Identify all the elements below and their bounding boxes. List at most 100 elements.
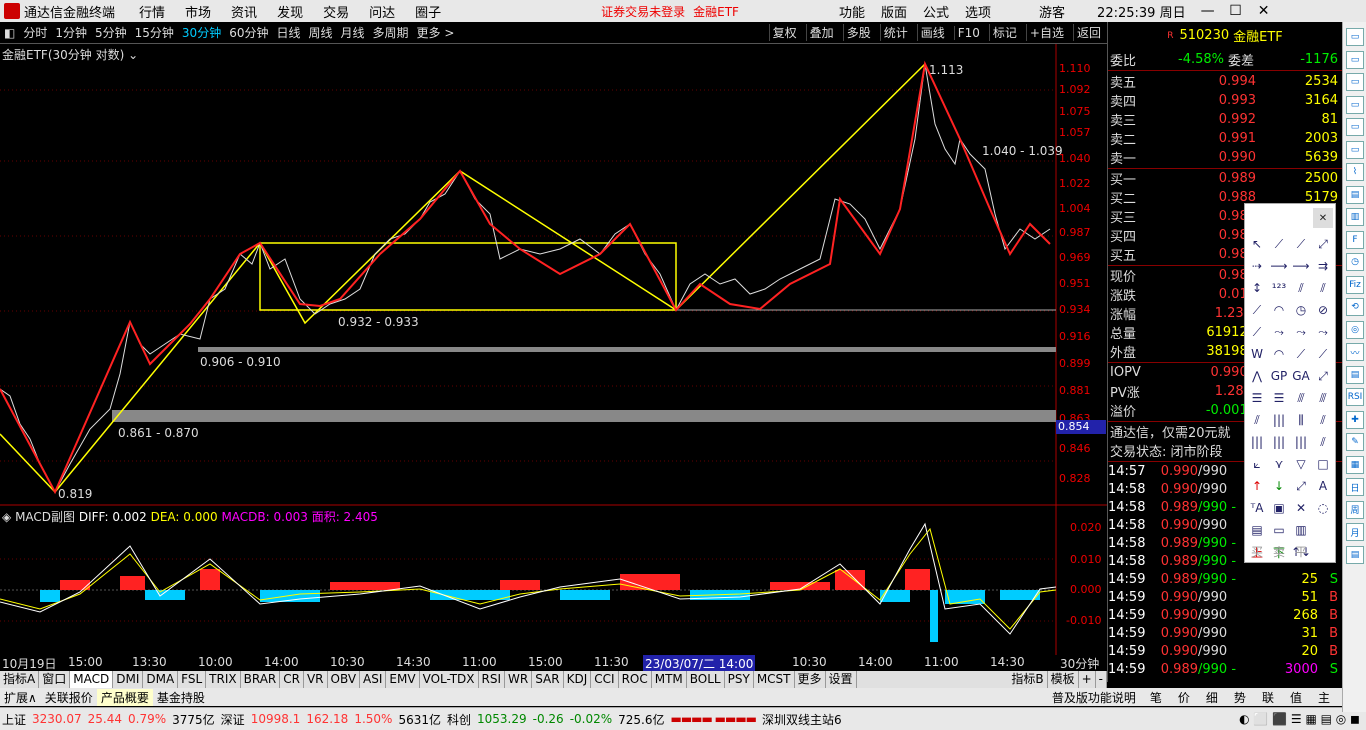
menu-item-shichang[interactable]: 市场	[185, 2, 211, 21]
sidebar-tool-icon[interactable]: ▭	[1346, 50, 1364, 69]
draw-tool-icon[interactable]: ⫽	[1313, 410, 1333, 430]
box-drawing[interactable]	[259, 242, 677, 311]
draw-tool-icon[interactable]: |||	[1291, 432, 1311, 452]
tab-help[interactable]: 普及版功能说明	[1046, 689, 1142, 706]
tab-more[interactable]: 更多	[795, 671, 826, 688]
draw-tool-icon[interactable]: ⫻	[1313, 388, 1333, 408]
draw-tool-icon[interactable]: ⟋	[1247, 322, 1267, 342]
draw-tool-icon[interactable]: ⟋	[1313, 344, 1333, 364]
draw-tool-icon[interactable]: ☰	[1247, 388, 1267, 408]
tab-fund-holdings[interactable]: 基金持股	[153, 689, 209, 706]
draw-tool-icon[interactable]: ⤳	[1269, 322, 1289, 342]
draw-tool-icon[interactable]: |||	[1269, 410, 1289, 430]
tab-zhi[interactable]: 值	[1282, 689, 1310, 706]
draw-tool-icon[interactable]: ↖	[1247, 234, 1267, 254]
draw-tool-icon[interactable]: GA	[1291, 366, 1311, 386]
draw-tool-icon[interactable]: ▭	[1269, 520, 1289, 540]
draw-tool-icon[interactable]: ⋎	[1269, 454, 1289, 474]
btn-diejia[interactable]: 叠加	[805, 24, 837, 41]
tab-add[interactable]: +	[1079, 671, 1096, 688]
draw-tool-icon[interactable]: ◷	[1291, 300, 1311, 320]
tab-remove[interactable]: -	[1096, 671, 1107, 688]
btn-huaxian[interactable]: 画线	[916, 24, 948, 41]
sz-label[interactable]: 深证	[221, 711, 245, 728]
tab-bi[interactable]: 笔	[1142, 689, 1170, 706]
draw-tool-icon[interactable]: ⫽	[1313, 278, 1333, 298]
sidebar-tool-icon[interactable]: ▭	[1346, 95, 1364, 114]
draw-tool-icon[interactable]: ⟋	[1291, 344, 1311, 364]
draw-tool-icon[interactable]: ⫼	[1291, 410, 1311, 430]
close-icon[interactable]: ✕	[1250, 3, 1278, 19]
sidebar-tool-icon[interactable]: ⌇	[1346, 163, 1364, 181]
sidebar-tool-icon[interactable]: ▤	[1346, 185, 1364, 204]
tab-window[interactable]: 窗口	[39, 671, 71, 688]
sidebar-tool-icon[interactable]: ✎	[1346, 433, 1364, 451]
sidebar-tool-icon[interactable]: F	[1346, 230, 1364, 249]
menu-gongneng[interactable]: 功能	[839, 2, 865, 21]
tab-trix[interactable]: TRIX	[206, 671, 241, 688]
sh-label[interactable]: 上证	[2, 711, 26, 728]
sidebar-tool-icon[interactable]: Fiz	[1346, 275, 1364, 294]
tab-vr[interactable]: VR	[304, 671, 328, 688]
menu-xuanxiang[interactable]: 选项	[965, 2, 991, 21]
tab-macd[interactable]: MACD	[70, 671, 114, 688]
btn-fuquan[interactable]: 复权	[768, 24, 800, 41]
draw-tool-icon[interactable]: ⫻	[1291, 388, 1311, 408]
menu-item-quanzi[interactable]: 圈子	[415, 2, 441, 21]
tab-expand[interactable]: 扩展∧	[0, 689, 41, 706]
draw-tool-icon[interactable]	[1313, 520, 1333, 540]
kc-label[interactable]: 科创	[447, 711, 471, 728]
tab-mcst[interactable]: MCST	[754, 671, 795, 688]
period-15min[interactable]: 15分钟	[135, 24, 174, 41]
chart-dropdown-icon[interactable]: ⌄	[128, 48, 138, 62]
draw-tool-icon[interactable]: ⤢	[1313, 366, 1333, 386]
palette-close-icon[interactable]: ✕	[1313, 208, 1333, 228]
tab-rsi[interactable]: RSI	[479, 671, 506, 688]
period-5min[interactable]: 5分钟	[95, 24, 127, 41]
draw-tool-icon[interactable]: |||	[1269, 432, 1289, 452]
draw-tool-icon[interactable]: ⤳	[1313, 322, 1333, 342]
tab-vol-tdx[interactable]: VOL-TDX	[420, 671, 479, 688]
btn-fanhui[interactable]: 返回	[1072, 24, 1104, 41]
tab-lian[interactable]: 联	[1254, 689, 1282, 706]
tab-psy[interactable]: PSY	[725, 671, 754, 688]
menu-item-zixun[interactable]: 资讯	[231, 2, 257, 21]
tab-shi[interactable]: 势	[1226, 689, 1254, 706]
draw-tool-icon[interactable]: ☰	[1269, 388, 1289, 408]
btn-tongji[interactable]: 统计	[879, 24, 911, 41]
tab-dmi[interactable]: DMI	[113, 671, 144, 688]
draw-tool-icon[interactable]: ⤢	[1291, 476, 1311, 496]
draw-tool-icon[interactable]: ◌	[1313, 498, 1333, 518]
tab-kdj[interactable]: KDJ	[564, 671, 592, 688]
ask-price[interactable]: 0.993	[1186, 93, 1256, 108]
draw-tool-icon[interactable]: ↓	[1269, 476, 1289, 496]
sidebar-tool-icon[interactable]: ▤	[1346, 365, 1364, 384]
sidebar-tool-icon[interactable]: 日	[1346, 478, 1364, 496]
draw-tool-icon[interactable]: □	[1313, 454, 1333, 474]
tab-settings[interactable]: 设置	[826, 671, 857, 688]
draw-tool-icon[interactable]: ⫽	[1291, 278, 1311, 298]
sidebar-tool-icon[interactable]: ▭	[1346, 73, 1364, 91]
kline-chart[interactable]: 1.113 1.040 - 1.039 0.932 - 0.933 0.906 …	[0, 44, 1107, 655]
period-fenshi[interactable]: 分时	[23, 24, 47, 41]
sidebar-tool-icon[interactable]: ▦	[1346, 455, 1364, 474]
sidebar-tool-icon[interactable]: ▭	[1346, 140, 1364, 159]
tab-dma[interactable]: DMA	[143, 671, 179, 688]
sidebar-tool-icon[interactable]: ◷	[1346, 253, 1364, 271]
sidebar-tool-icon[interactable]: 月	[1346, 523, 1364, 541]
period-multi[interactable]: 多周期	[373, 24, 409, 41]
draw-tool-icon[interactable]: ▤	[1247, 520, 1267, 540]
draw-tool-icon[interactable]: ◠	[1269, 344, 1289, 364]
palette-buy[interactable]: 买	[1247, 541, 1267, 561]
btn-biaoji[interactable]: 标记	[988, 24, 1020, 41]
draw-tool-icon[interactable]: ⋀	[1247, 366, 1267, 386]
sidebar-tool-icon[interactable]: ✚	[1346, 410, 1364, 429]
draw-tool-icon[interactable]: ⤢	[1313, 234, 1333, 254]
sidebar-tool-icon[interactable]: ⟲	[1346, 298, 1364, 316]
sidebar-tool-icon[interactable]: ◎	[1346, 320, 1364, 339]
menu-item-faxian[interactable]: 发现	[277, 2, 303, 21]
tab-xi[interactable]: 细	[1198, 689, 1226, 706]
draw-tool-icon[interactable]: |||	[1247, 432, 1267, 452]
ask-price[interactable]: 0.992	[1186, 112, 1256, 127]
palette-sell[interactable]: 卖	[1269, 541, 1289, 561]
